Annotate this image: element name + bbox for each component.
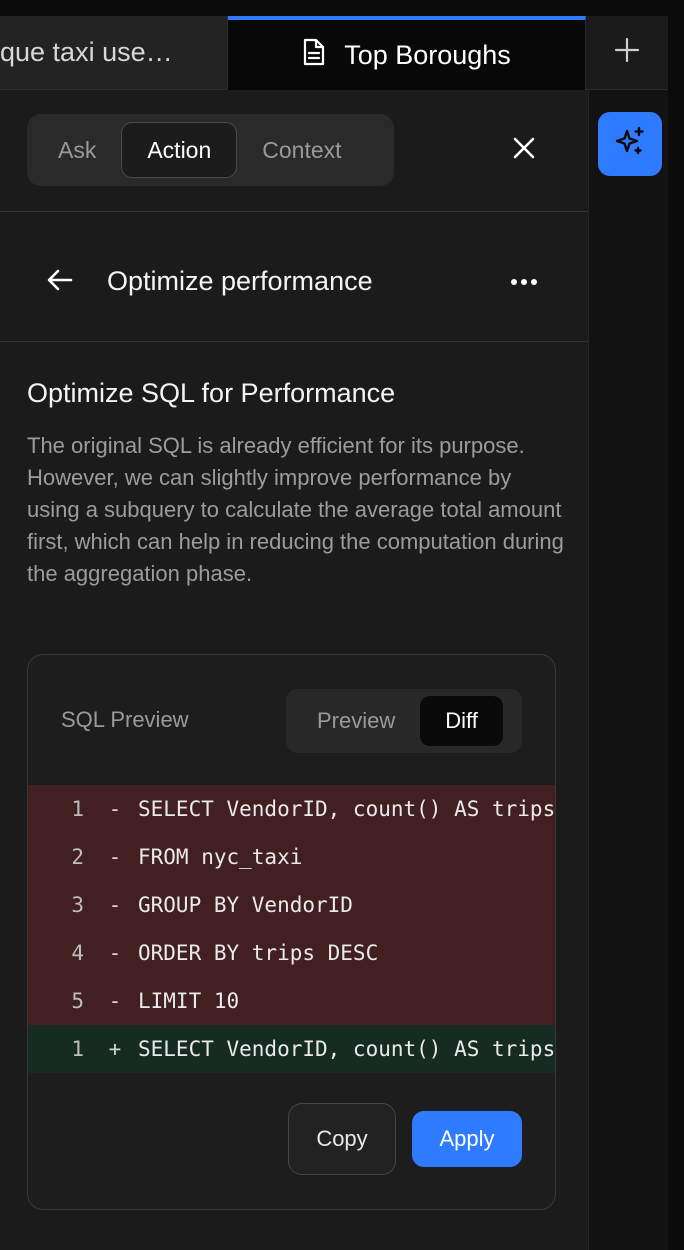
tab-label: ique taxi use… bbox=[0, 37, 173, 67]
sparkles-icon bbox=[613, 125, 647, 164]
more-horizontal-icon bbox=[510, 273, 538, 291]
arrow-left-icon bbox=[47, 268, 73, 297]
code-text: FROM nyc_taxi bbox=[138, 845, 303, 869]
action-title: Optimize performance bbox=[107, 266, 373, 296]
diff-line-removed: 4 - ORDER BY trips DESC bbox=[28, 929, 555, 977]
diff-line-removed: 2 - FROM nyc_taxi bbox=[28, 833, 555, 881]
diff-line-removed: 1 - SELECT VendorID, count() AS trips bbox=[28, 785, 556, 833]
close-icon bbox=[512, 136, 536, 165]
sql-preview-card: SQL Preview Preview Diff 1 - SELECT Vend… bbox=[27, 654, 556, 1210]
app-window: ique taxi use… Top Boroughs Ask Action C… bbox=[0, 0, 684, 1250]
line-number: 1 bbox=[71, 797, 84, 821]
code-text: ORDER BY trips DESC bbox=[138, 941, 379, 965]
apply-button[interactable]: Apply bbox=[412, 1111, 522, 1167]
code-text: SELECT VendorID, count() AS trips bbox=[138, 1037, 556, 1061]
sql-diff: 1 - SELECT VendorID, count() AS trips 2 … bbox=[28, 785, 556, 1073]
line-number: 5 bbox=[71, 989, 84, 1013]
mode-context[interactable]: Context bbox=[237, 122, 366, 178]
tab-top-boroughs[interactable]: Top Boroughs bbox=[228, 16, 586, 90]
line-number: 3 bbox=[71, 893, 84, 917]
action-nav: Optimize performance bbox=[0, 212, 588, 342]
divider bbox=[0, 341, 588, 342]
diff-sign: - bbox=[108, 893, 122, 917]
diff-sign: - bbox=[108, 941, 122, 965]
assistant-panel: Ask Action Context Optimize performance bbox=[0, 90, 588, 1250]
code-text: LIMIT 10 bbox=[138, 989, 240, 1013]
diff-sign: - bbox=[108, 845, 122, 869]
suggestion-description: The original SQL is already efficient fo… bbox=[27, 433, 564, 586]
document-icon bbox=[302, 37, 344, 74]
tab-unique-taxi[interactable]: ique taxi use… bbox=[0, 16, 228, 90]
tab-label: Top Boroughs bbox=[344, 39, 511, 70]
line-number: 2 bbox=[71, 845, 84, 869]
suggestion-heading: Optimize SQL for Performance bbox=[27, 378, 396, 408]
more-options-button[interactable] bbox=[504, 262, 544, 302]
ai-assistant-button[interactable] bbox=[598, 112, 662, 176]
sql-preview-title: SQL Preview bbox=[61, 707, 189, 732]
preview-diff-toggle: Preview Diff bbox=[286, 689, 522, 753]
mode-action[interactable]: Action bbox=[121, 122, 238, 178]
line-number: 4 bbox=[71, 941, 84, 965]
new-tab-button[interactable] bbox=[586, 16, 668, 90]
line-number: 1 bbox=[71, 1037, 84, 1061]
diff-sign: - bbox=[108, 797, 122, 821]
toggle-diff[interactable]: Diff bbox=[420, 696, 503, 746]
mode-selector: Ask Action Context bbox=[27, 114, 394, 186]
code-text: SELECT VendorID, count() AS trips bbox=[138, 797, 556, 821]
diff-sign: - bbox=[108, 989, 122, 1013]
close-button[interactable] bbox=[506, 132, 542, 168]
plus-icon bbox=[614, 37, 640, 68]
mode-ask[interactable]: Ask bbox=[33, 122, 121, 178]
right-rail bbox=[588, 90, 668, 1250]
tab-bar: ique taxi use… Top Boroughs bbox=[0, 0, 684, 90]
toggle-preview[interactable]: Preview bbox=[292, 696, 420, 746]
back-button[interactable] bbox=[40, 262, 80, 302]
diff-line-removed: 5 - LIMIT 10 bbox=[28, 977, 555, 1025]
diff-line-added: 1 + SELECT VendorID, count() AS trips bbox=[28, 1025, 556, 1073]
diff-sign: + bbox=[108, 1037, 122, 1061]
code-text: GROUP BY VendorID bbox=[138, 893, 353, 917]
copy-button[interactable]: Copy bbox=[288, 1103, 396, 1175]
diff-line-removed: 3 - GROUP BY VendorID bbox=[28, 881, 555, 929]
